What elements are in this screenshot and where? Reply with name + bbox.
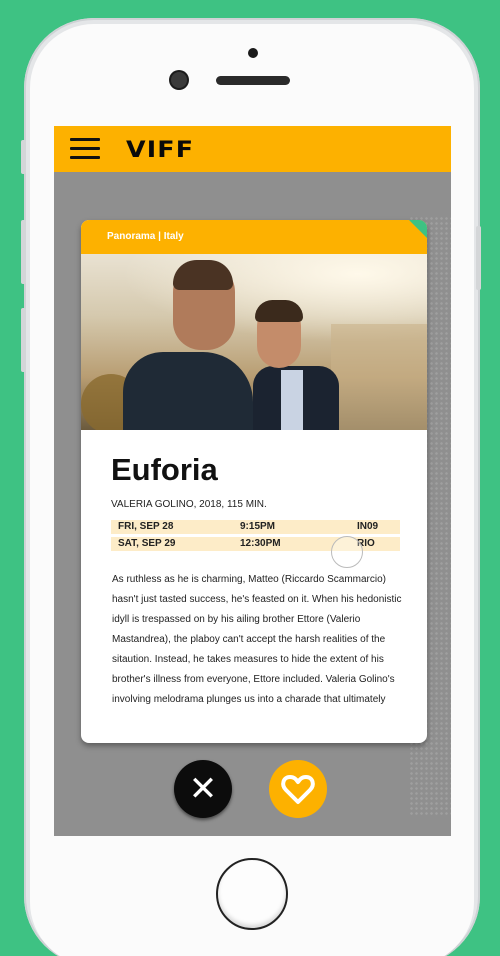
front-camera: [171, 72, 187, 88]
favorite-button[interactable]: [269, 760, 327, 818]
power-button: [476, 226, 481, 290]
film-synopsis: As ruthless as he is charming, Matteo (R…: [112, 574, 402, 705]
film-still-image: [81, 254, 427, 430]
close-icon: ✕: [188, 769, 218, 809]
volume-down-button: [21, 308, 26, 372]
volume-up-button: [21, 220, 26, 284]
showtime-row[interactable]: FRI, SEP 28 9:15PM IN09: [111, 520, 400, 534]
card-corner-fold: [409, 220, 427, 238]
film-category: Panorama | Italy: [107, 231, 184, 242]
home-button[interactable]: [216, 858, 288, 930]
showtime-venue: IN09: [357, 521, 379, 532]
film-meta: VALERIA GOLINO, 2018, 115 MIN.: [111, 499, 267, 510]
card-header: Panorama | Italy: [81, 220, 427, 254]
mute-switch: [21, 140, 26, 174]
showtime-time: 9:15PM: [240, 521, 276, 532]
touch-indicator: [331, 536, 363, 568]
top-bar: VIFF: [54, 126, 451, 172]
showtime-date: SAT, SEP 29: [118, 538, 176, 549]
film-title: Euforia: [111, 452, 218, 487]
app-logo[interactable]: VIFF: [126, 138, 194, 163]
dismiss-button[interactable]: ✕: [174, 760, 232, 818]
heart-icon: [281, 775, 315, 804]
showtime-date: FRI, SEP 28: [118, 521, 174, 532]
hamburger-icon[interactable]: [70, 138, 100, 160]
earpiece-speaker: [216, 76, 290, 85]
film-card[interactable]: Panorama | Italy Euforia VALERIA GOLINO,…: [81, 220, 427, 743]
proximity-sensor: [248, 48, 258, 58]
app-screen: VIFF Panorama | Italy Euforia VALERIA GO…: [54, 126, 451, 836]
showtime-time: 12:30PM: [240, 538, 281, 549]
